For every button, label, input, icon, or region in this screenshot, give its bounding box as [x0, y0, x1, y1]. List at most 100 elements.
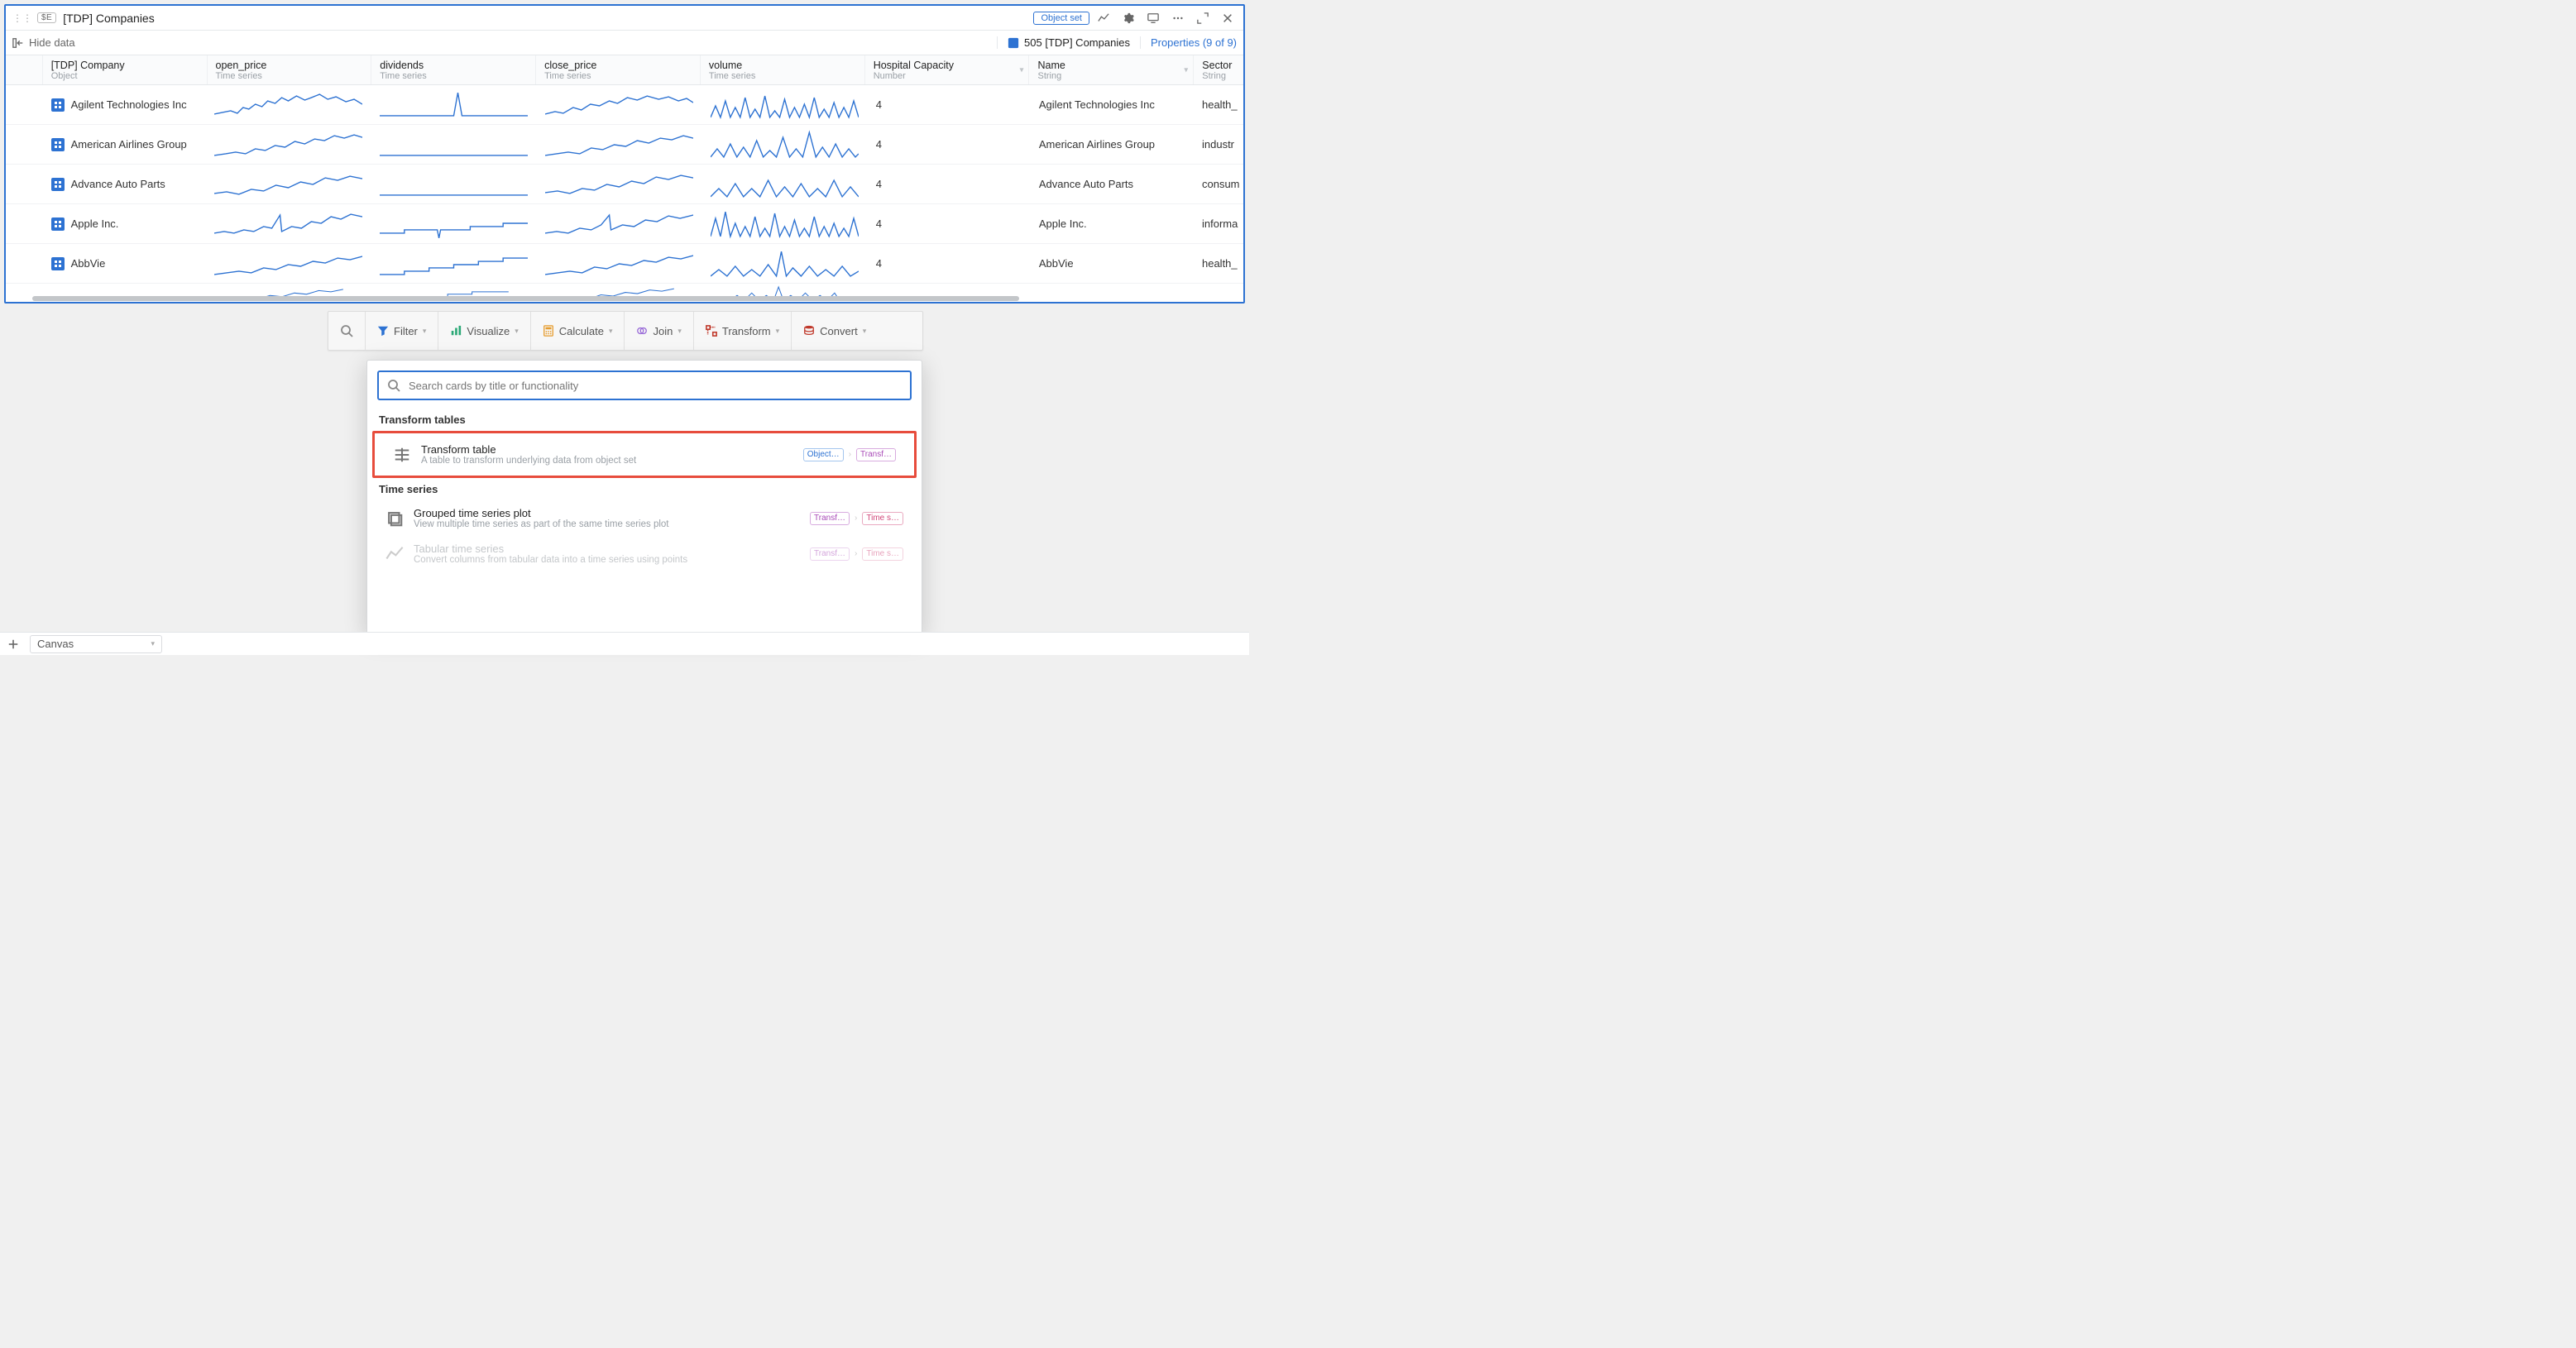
- drag-handle-icon[interactable]: ⋮⋮: [11, 12, 34, 24]
- convert-button[interactable]: Convert▾: [792, 312, 878, 350]
- calculate-label: Calculate: [559, 325, 604, 337]
- close-icon[interactable]: [1217, 8, 1238, 28]
- more-icon[interactable]: [1167, 8, 1189, 28]
- filter-icon: [377, 325, 389, 337]
- sparkline-open: [214, 169, 362, 200]
- visualize-button[interactable]: Visualize▾: [438, 312, 530, 350]
- bottom-bar: Canvas ▾: [0, 632, 1249, 655]
- sparkline-close: [545, 208, 693, 240]
- chevron-down-icon: ▾: [863, 327, 867, 336]
- filter-button[interactable]: Filter▾: [366, 312, 438, 350]
- name-cell: AbbVie: [1031, 244, 1194, 283]
- hospital-capacity: 4: [868, 204, 1031, 243]
- chevron-down-icon[interactable]: ▾: [1019, 65, 1023, 74]
- transform-icon: [706, 325, 717, 337]
- table-row[interactable]: AbbVie 4 AbbVie health_: [6, 244, 1243, 284]
- calculate-button[interactable]: Calculate ▾: [531, 312, 625, 350]
- sparkline-close: [545, 129, 693, 160]
- table-row[interactable]: Apple Inc. 4 Apple Inc. informa: [6, 204, 1243, 244]
- chevron-right-icon: ›: [849, 450, 851, 459]
- card-tabular-ts[interactable]: Tabular time series Convert columns from…: [377, 536, 912, 571]
- search-button[interactable]: [328, 312, 366, 350]
- tag-timeseries: Time s…: [862, 512, 903, 525]
- hospital-capacity: 4: [868, 85, 1031, 124]
- card-transform-table[interactable]: Transform table A table to transform und…: [385, 437, 904, 472]
- table-row[interactable]: American Airlines Group 4 American Airli…: [6, 125, 1243, 165]
- join-label: Join: [653, 325, 673, 337]
- popover-search[interactable]: [377, 370, 912, 400]
- section-time-series: Time series: [367, 478, 922, 500]
- chevron-down-icon[interactable]: ▾: [1184, 65, 1188, 74]
- join-icon: [636, 325, 648, 337]
- chart-icon[interactable]: [1093, 8, 1114, 28]
- sparkline-div: [380, 208, 528, 240]
- sector-cell: consum: [1194, 165, 1243, 203]
- company-name: AbbVie: [71, 257, 106, 270]
- sparkline-close: [545, 169, 693, 200]
- col-hospital-capacity[interactable]: Hospital Capacity Number ▾: [865, 55, 1030, 84]
- sparkline-open: [214, 208, 362, 240]
- col-dividends[interactable]: dividends Time series: [371, 55, 536, 84]
- chevron-right-icon: ›: [855, 549, 857, 558]
- card-desc: Convert columns from tabular data into a…: [414, 555, 800, 565]
- sparkline-vol: [711, 169, 859, 200]
- sparkline-close: [545, 89, 693, 121]
- col-close-price[interactable]: close_price Time series: [536, 55, 701, 84]
- chevron-down-icon: ▾: [609, 327, 613, 336]
- sector-cell: industr: [1194, 125, 1243, 164]
- col-open-price[interactable]: open_price Time series: [208, 55, 372, 84]
- company-name: Agilent Technologies Inc: [71, 98, 187, 111]
- row-count: 505 [TDP] Companies: [997, 36, 1130, 49]
- card-desc: View multiple time series as part of the…: [414, 519, 800, 529]
- card-tags: Transf… › Time s…: [810, 512, 903, 525]
- card-desc: A table to transform underlying data fro…: [421, 456, 793, 466]
- sparkline-div: [380, 169, 528, 200]
- chevron-down-icon: ▾: [776, 327, 780, 336]
- col-spacer: [6, 55, 43, 84]
- join-button[interactable]: Join▾: [625, 312, 693, 350]
- company-name: Apple Inc.: [71, 217, 119, 230]
- sparkline-vol: [711, 208, 859, 240]
- tag-object: Object…: [803, 448, 844, 461]
- highlight-box: Transform table A table to transform und…: [372, 431, 917, 478]
- table-row[interactable]: Advance Auto Parts 4 Advance Auto Parts …: [6, 165, 1243, 204]
- horizontal-scrollbar[interactable]: [7, 296, 1242, 301]
- gear-icon[interactable]: [1118, 8, 1139, 28]
- properties-link[interactable]: Properties (9 of 9): [1140, 36, 1237, 49]
- col-sector[interactable]: Sector String: [1194, 55, 1243, 84]
- name-cell: Agilent Technologies Inc: [1031, 85, 1194, 124]
- layers-icon: [385, 509, 404, 528]
- transform-button[interactable]: Transform ▾: [694, 312, 792, 350]
- col-company[interactable]: [TDP] Company Object: [43, 55, 208, 84]
- hospital-capacity: 4: [868, 165, 1031, 203]
- panel-titlebar: ⋮⋮ $E [TDP] Companies Object set: [6, 6, 1243, 31]
- sparkline-div: [380, 129, 528, 160]
- transform-label: Transform: [722, 325, 771, 337]
- table-body: Agilent Technologies Inc 4 Agilent Techn…: [6, 85, 1243, 302]
- hide-data-button[interactable]: Hide data: [12, 36, 75, 49]
- panel-subbar: Hide data 505 [TDP] Companies Properties…: [6, 31, 1243, 55]
- object-set-panel: ⋮⋮ $E [TDP] Companies Object set Hide da…: [4, 4, 1245, 304]
- sparkline-open: [214, 129, 362, 160]
- col-name[interactable]: Name String ▾: [1029, 55, 1194, 84]
- object-set-button[interactable]: Object set: [1033, 12, 1089, 25]
- sparkline-div: [380, 248, 528, 280]
- expand-icon[interactable]: [1192, 8, 1214, 28]
- row-count-text: 505 [TDP] Companies: [1024, 36, 1130, 49]
- table-row[interactable]: Agilent Technologies Inc 4 Agilent Techn…: [6, 85, 1243, 125]
- tag-transform: Transf…: [810, 512, 850, 525]
- table-header: [TDP] Company Object open_price Time ser…: [6, 55, 1243, 85]
- object-icon: [51, 217, 65, 231]
- object-icon: [51, 98, 65, 112]
- chart-icon: [450, 325, 462, 337]
- company-name: American Airlines Group: [71, 138, 187, 151]
- popover-search-input[interactable]: [409, 380, 902, 392]
- add-canvas-button[interactable]: [3, 634, 23, 654]
- col-volume[interactable]: volume Time series: [701, 55, 865, 84]
- chevron-down-icon: ▾: [151, 639, 155, 648]
- card-grouped-ts[interactable]: Grouped time series plot View multiple t…: [377, 500, 912, 536]
- card-title: Transform table: [421, 443, 793, 456]
- collapse-icon: [12, 37, 24, 49]
- canvas-selector[interactable]: Canvas ▾: [30, 635, 162, 653]
- monitor-icon[interactable]: [1142, 8, 1164, 28]
